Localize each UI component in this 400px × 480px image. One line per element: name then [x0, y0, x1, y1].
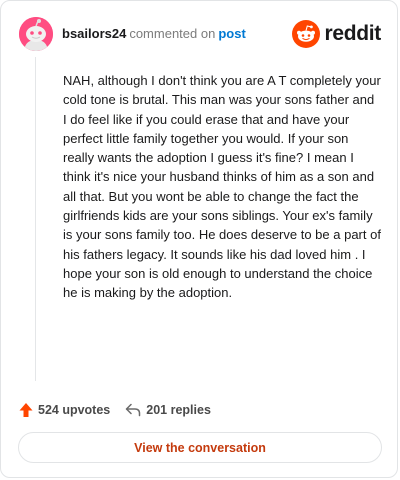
view-conversation-button[interactable]: View the conversation [18, 432, 382, 463]
reddit-snoo-icon [292, 20, 321, 48]
snoo-avatar-icon [19, 17, 53, 51]
reply-count: 201 replies [146, 403, 211, 417]
commented-on-label: commented on [129, 26, 216, 41]
reddit-logo[interactable]: reddit [292, 19, 381, 49]
comment-actions: 524 upvotes 201 replies [19, 400, 211, 420]
reply-arrow-icon [126, 403, 141, 417]
upvote-button[interactable]: 524 upvotes [19, 402, 110, 418]
reddit-wordmark: reddit [324, 22, 381, 45]
username[interactable]: bsailors24 [62, 26, 126, 41]
thread-line [35, 57, 36, 381]
post-link[interactable]: post [218, 26, 245, 41]
upvote-count: 524 upvotes [38, 403, 111, 417]
replies-button[interactable]: 201 replies [125, 403, 211, 417]
upvote-arrow-icon [19, 403, 33, 417]
comment-body: NAH, although I don't think you are A T … [63, 73, 381, 301]
comment-meta: bsailors24 commented on post [62, 26, 246, 41]
user-avatar[interactable] [19, 17, 53, 51]
comment-header: bsailors24 commented on post reddit [19, 17, 381, 51]
embedded-comment-card: bsailors24 commented on post reddit NAH, a… [0, 0, 398, 478]
